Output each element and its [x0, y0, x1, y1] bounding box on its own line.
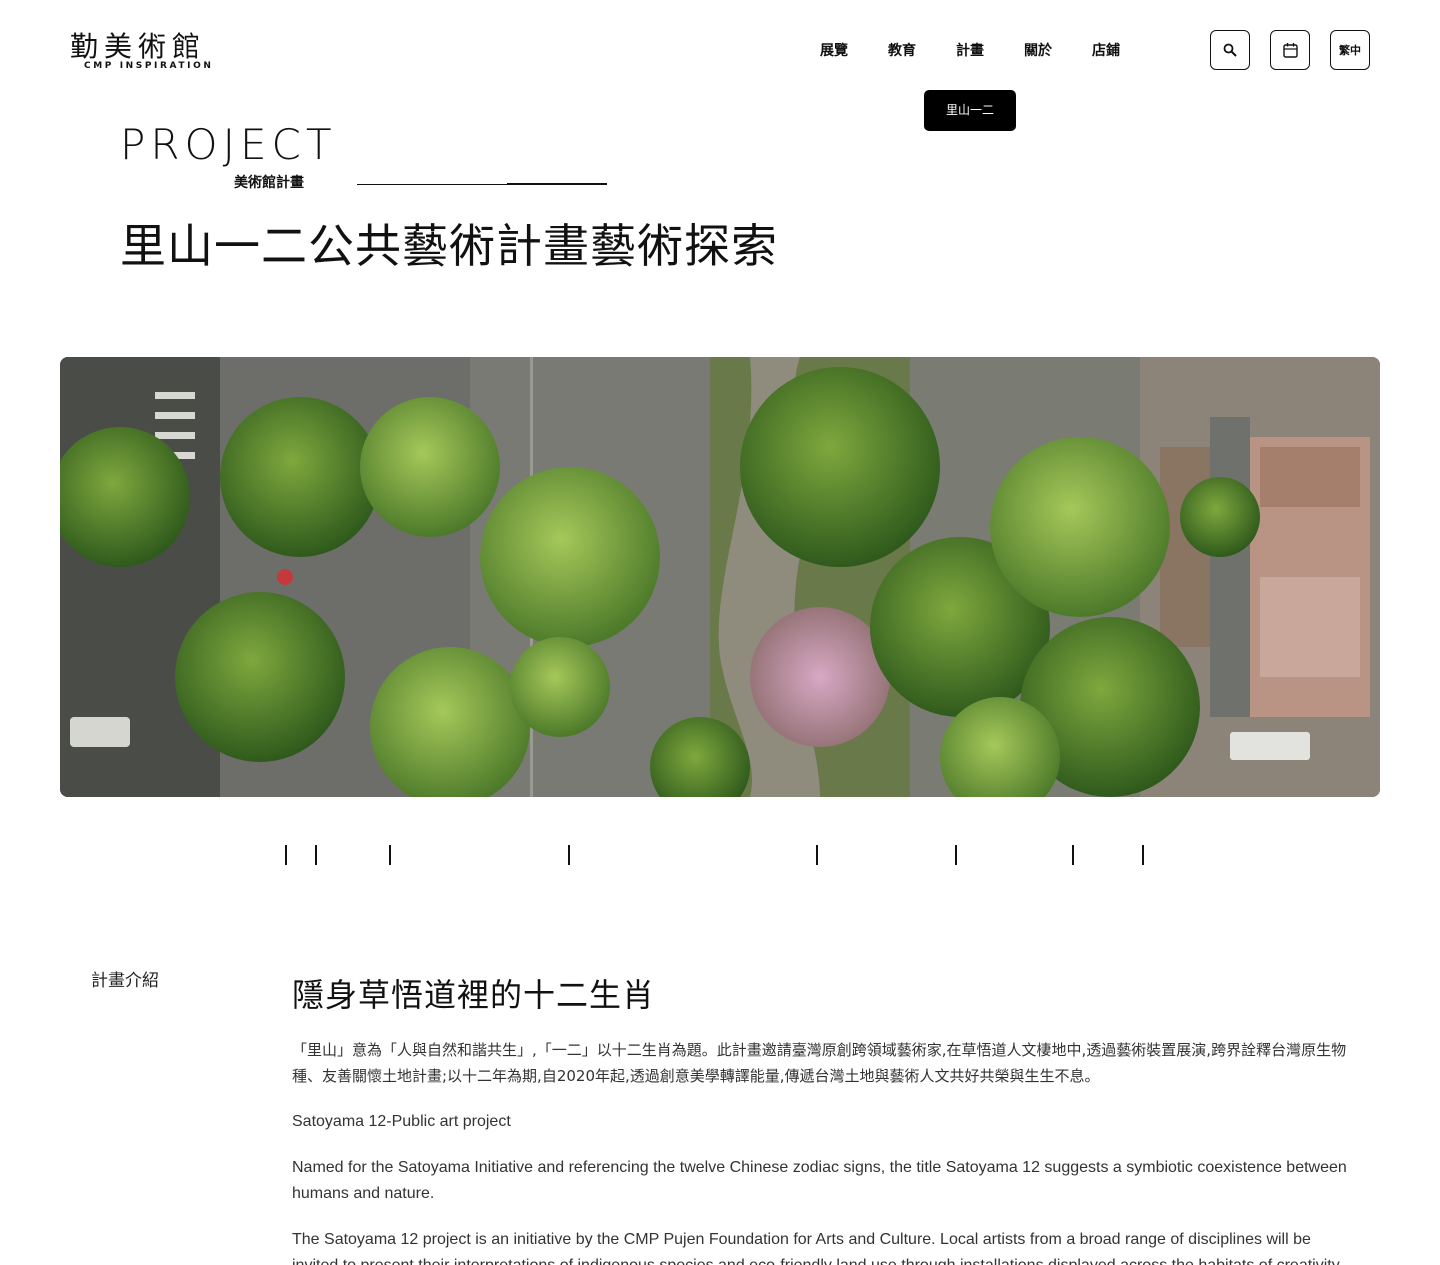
timeline-ticks — [0, 845, 1440, 865]
calendar-icon — [1282, 43, 1298, 58]
nav-item-exhibitions[interactable]: 展覽 — [800, 40, 868, 62]
intro-heading: 隱身草悟道裡的十二生肖 — [292, 976, 656, 1014]
intro-paragraph-en: The Satoyama 12 project is an initiative… — [292, 1231, 1340, 1265]
language-button[interactable]: 繁中 — [1330, 30, 1370, 70]
timeline-tick — [955, 845, 957, 865]
timeline-tick — [1142, 845, 1144, 865]
heading-divider-accent — [507, 183, 607, 185]
nav-item-shop[interactable]: 店鋪 — [1072, 40, 1140, 62]
intro-body: 「里山」意為「人與自然和諧共生」,「一二」以十二生肖為題。此計畫邀請臺灣原創跨領… — [292, 1037, 1352, 1265]
intro-paragraph-en: Named for the Satoyama Initiative and re… — [292, 1159, 1347, 1202]
timeline-tick — [315, 845, 317, 865]
timeline-tick — [389, 845, 391, 865]
search-button[interactable] — [1210, 30, 1250, 70]
nav-item-projects[interactable]: 計畫 — [936, 40, 1004, 62]
site-logo[interactable]: 勤美術館 CMP INSPIRATION — [70, 32, 232, 72]
timeline-tick — [568, 845, 570, 865]
nav-item-education[interactable]: 教育 — [868, 40, 936, 62]
calendar-button[interactable] — [1270, 30, 1310, 70]
intro-paragraph-subtitle-en: Satoyama 12-Public art project — [292, 1113, 511, 1130]
section-label-zh: 美術館計畫 — [234, 175, 304, 191]
intro-label: 計畫介紹 — [91, 971, 159, 991]
logo-subtitle: CMP INSPIRATION — [84, 61, 214, 71]
logo-glyphs: 勤美術館 — [70, 30, 207, 63]
main-nav: 展覽 教育 計畫 關於 店鋪 — [800, 40, 1140, 62]
timeline-tick — [1072, 845, 1074, 865]
timeline-tick — [816, 845, 818, 865]
page-title: 里山一二公共藝術計畫藝術探索 — [120, 219, 778, 273]
nav-item-about[interactable]: 關於 — [1004, 40, 1072, 62]
hero-image — [60, 357, 1380, 797]
nav-dropdown-satoyama[interactable]: 里山一二 — [924, 90, 1016, 131]
search-icon — [1223, 43, 1237, 57]
timeline-tick — [285, 845, 287, 865]
section-label-en: PROJECT — [120, 120, 337, 169]
intro-paragraph-zh: 「里山」意為「人與自然和諧共生」,「一二」以十二生肖為題。此計畫邀請臺灣原創跨領… — [292, 1041, 1347, 1085]
